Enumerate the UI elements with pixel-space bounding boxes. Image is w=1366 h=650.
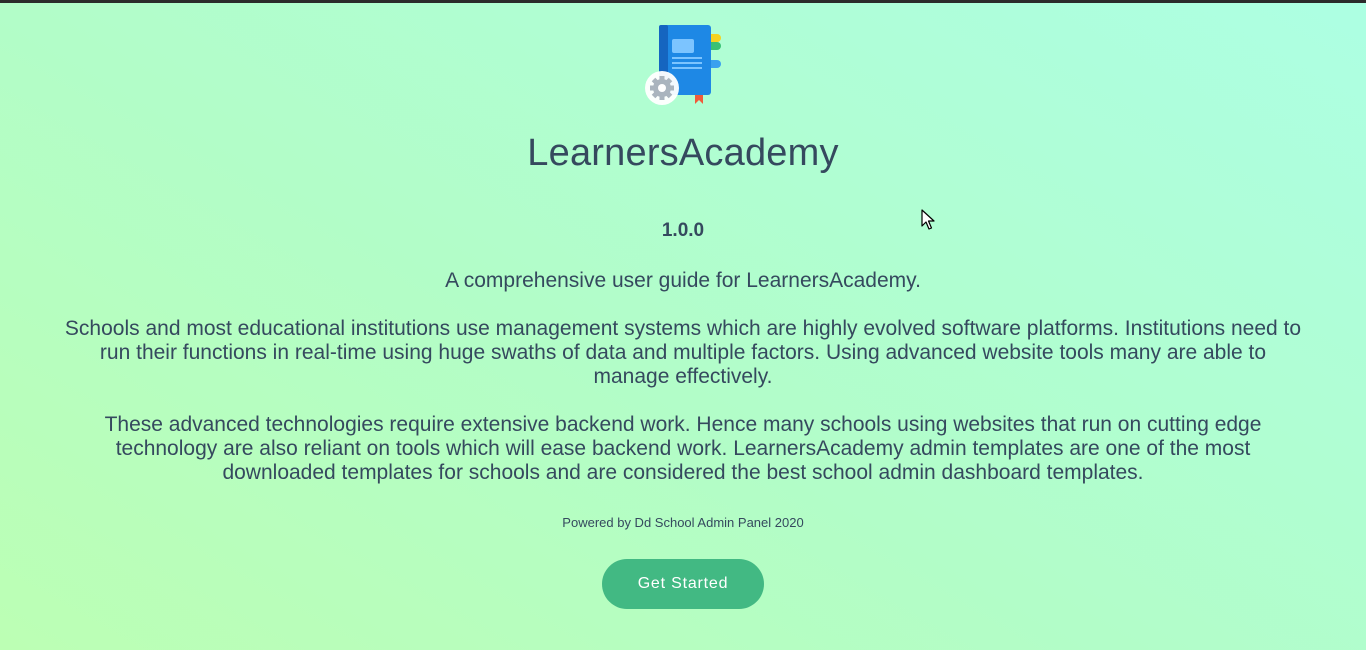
description-paragraph: Schools and most educational institution…: [64, 317, 1302, 388]
version-number: 1.0.0: [661, 220, 705, 241]
book-gear-icon: [644, 22, 724, 108]
tagline: A comprehensive user guide for LearnersA…: [445, 269, 921, 292]
powered-by-footer: Powered by Dd School Admin Panel 2020: [562, 515, 804, 530]
mouse-cursor-icon: [921, 209, 935, 231]
window-top-border: [0, 0, 1366, 3]
get-started-button[interactable]: Get Started: [602, 559, 764, 609]
app-title: LearnersAcademy: [527, 132, 839, 174]
description-paragraph: These advanced technologies require exte…: [104, 413, 1262, 484]
